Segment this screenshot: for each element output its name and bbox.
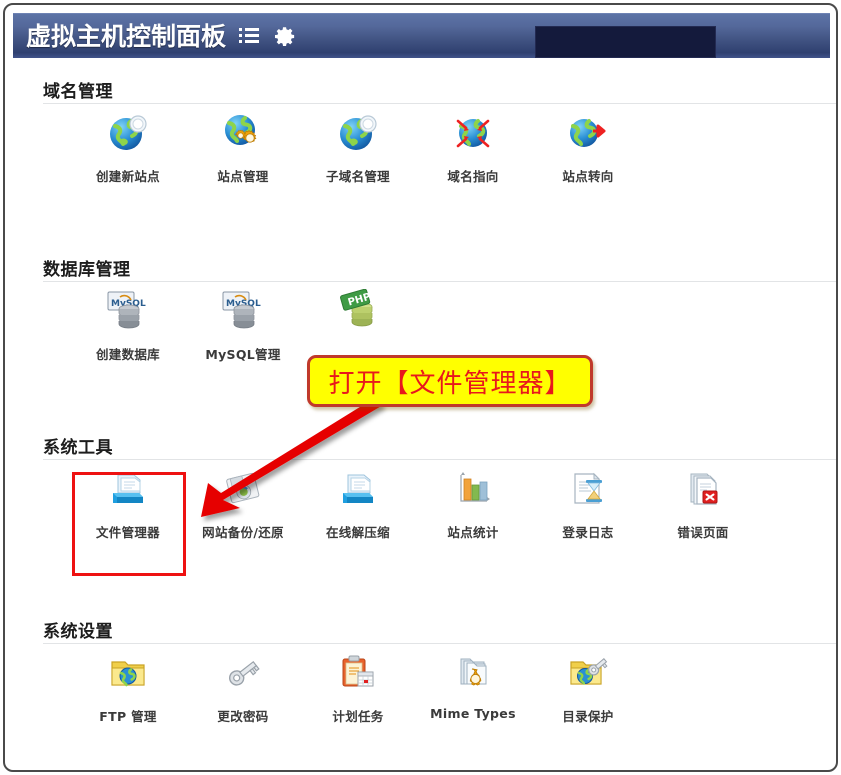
section-divider [43,103,836,104]
error-page-icon [649,465,757,513]
tile-label: FTP 管理 [99,709,157,724]
tile-directory-protection[interactable]: 目录保护 [534,649,642,725]
section-divider [43,643,836,644]
highlight-box-file-manager [72,472,186,576]
tile-backup-restore[interactable]: 网站备份/还原 [189,465,297,541]
hosting-control-panel-screenshot: 虚拟主机控制面板 域名管理 创建新站点 站点管理 子域名管理 域名指向 站点转向… [0,0,841,775]
tile-label: 创建数据库 [95,347,160,362]
tile-label: 创建新站点 [95,169,160,184]
tile-label: 站点统计 [447,525,499,540]
folder-protect-icon [534,649,642,697]
tile-label: 登录日志 [562,525,614,540]
gear-icon[interactable] [274,25,297,48]
callout-text: 打开【文件管理器】 [328,368,572,399]
globe-gears-icon [189,109,297,157]
tile-mime-types[interactable]: Mime Types [419,649,527,721]
tile-create-site[interactable]: 创建新站点 [74,109,182,185]
tile-grid-domain-management: 创建新站点 站点管理 子域名管理 域名指向 站点转向 [5,109,836,199]
tile-ftp-management[interactable]: FTP 管理 [74,649,182,725]
page-frame: 虚拟主机控制面板 域名管理 创建新站点 站点管理 子域名管理 域名指向 站点转向… [3,3,838,772]
tile-label: 站点转向 [562,169,614,184]
section-divider [43,459,836,460]
tile-scheduled-task[interactable]: 计划任务 [304,649,412,725]
app-header: 虚拟主机控制面板 [13,13,830,58]
globe-arrows-icon [419,109,527,157]
section-title-system-settings: 系统设置 [43,622,113,642]
tile-label: MySQL管理 [205,347,281,362]
tile-mysql-management[interactable]: MySQL MySQL管理 [189,287,297,363]
globe-new-site-icon [74,109,182,157]
php-database-icon: PHP [304,287,412,335]
tile-label: 目录保护 [562,709,614,724]
tile-label: 计划任务 [332,709,384,724]
list-menu-icon[interactable] [238,26,260,46]
tile-online-extract[interactable]: 在线解压缩 [304,465,412,541]
tile-create-database[interactable]: MySQL 创建数据库 [74,287,182,363]
section-divider [43,281,836,282]
archive-extract-icon [304,465,412,513]
ftp-folder-globe-icon [74,649,182,697]
tile-site-management[interactable]: 站点管理 [189,109,297,185]
tile-site-statistics[interactable]: 站点统计 [419,465,527,541]
globe-redirect-icon [534,109,642,157]
section-title-domain-management: 域名管理 [43,82,113,102]
mysql-database-icon: MySQL [74,287,182,335]
tile-label: 子域名管理 [325,169,390,184]
masked-account-field[interactable] [535,26,716,58]
tile-php-database[interactable]: PHP [304,287,412,344]
backup-restore-icon [189,465,297,513]
log-hourglass-icon [534,465,642,513]
tile-login-log[interactable]: 登录日志 [534,465,642,541]
tile-label: 站点管理 [217,169,269,184]
tile-change-password[interactable]: 更改密码 [189,649,297,725]
tile-site-redirect[interactable]: 站点转向 [534,109,642,185]
tile-subdomain-management[interactable]: 子域名管理 [304,109,412,185]
globe-subdomain-icon [304,109,412,157]
tile-label: 更改密码 [217,709,269,724]
section-title-system-tools: 系统工具 [43,438,113,458]
callout-open-file-manager: 打开【文件管理器】 [307,355,593,407]
tile-grid-system-settings: FTP 管理 更改密码 计划任务 Mime Types 目录保护 [5,649,836,739]
book-gear-icon [419,649,527,697]
section-title-database-management: 数据库管理 [43,260,131,280]
tile-label: 错误页面 [677,525,729,540]
tile-label: 网站备份/还原 [202,525,284,540]
page-title: 虚拟主机控制面板 [26,21,227,51]
key-icon [189,649,297,697]
tile-error-page[interactable]: 错误页面 [649,465,757,541]
tile-domain-pointing[interactable]: 域名指向 [419,109,527,185]
tile-label: 在线解压缩 [325,525,390,540]
header-icon-group [238,25,297,48]
bar-chart-stats-icon [419,465,527,513]
mysql-database-icon: MySQL [189,287,297,335]
clipboard-calendar-icon [304,649,412,697]
tile-label: 域名指向 [447,169,499,184]
tile-label: Mime Types [430,706,516,721]
